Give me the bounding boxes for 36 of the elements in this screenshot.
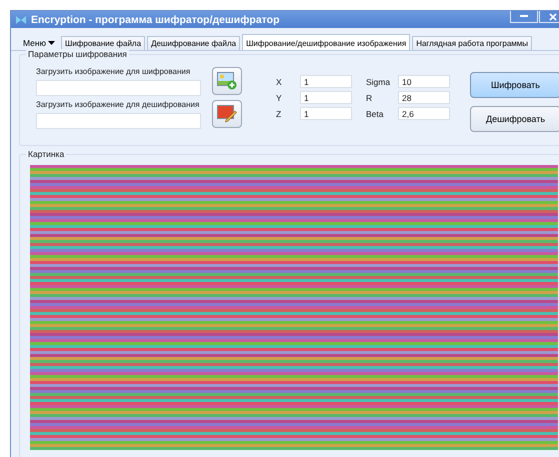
- group-title: Параметры шифрования: [26, 49, 129, 59]
- butterfly-icon: [15, 14, 27, 24]
- tab[interactable]: Дешифрование файла: [147, 36, 240, 50]
- param-label: Beta: [366, 108, 384, 118]
- minimize-icon: [520, 15, 528, 18]
- caret-icon: [48, 41, 55, 45]
- param-label: Z: [276, 108, 282, 118]
- input-field[interactable]: [36, 80, 201, 96]
- close-button[interactable]: [539, 11, 559, 23]
- close-icon: [549, 12, 557, 20]
- action-button[interactable]: Шифровать: [470, 72, 559, 98]
- menu-button[interactable]: Меню: [23, 38, 59, 50]
- field-label: Загрузить изображение для шифрования: [36, 67, 192, 76]
- input-field[interactable]: 10: [398, 75, 450, 88]
- window-title: Encryption - программа шифратор/дешифратор: [31, 14, 280, 26]
- input-field[interactable]: 28: [398, 91, 450, 104]
- minimize-button[interactable]: [510, 11, 538, 23]
- load-image-button[interactable]: [212, 67, 242, 95]
- tab[interactable]: Шифрование/дешифрование изображения: [242, 34, 410, 50]
- input-field[interactable]: 1: [300, 91, 352, 104]
- input-field[interactable]: 2,6: [398, 107, 450, 120]
- action-button[interactable]: Дешифровать: [470, 106, 559, 132]
- tab[interactable]: Шифрование файла: [60, 36, 146, 50]
- image-edit-icon: [217, 105, 237, 123]
- group-title: Картинка: [26, 149, 66, 159]
- param-label: Y: [276, 92, 283, 102]
- load-image-button[interactable]: [212, 100, 242, 128]
- input-field[interactable]: 1: [300, 75, 352, 88]
- field-label: Загрузить изображение для дешифрования: [36, 100, 200, 109]
- tab[interactable]: Наглядная работа программы: [412, 36, 532, 50]
- input-field[interactable]: [36, 113, 201, 129]
- input-field[interactable]: 1: [300, 107, 352, 120]
- image-add-icon: [217, 72, 237, 90]
- param-label: R: [366, 92, 374, 102]
- param-label: X: [276, 76, 283, 86]
- param-label: Sigma: [366, 76, 392, 86]
